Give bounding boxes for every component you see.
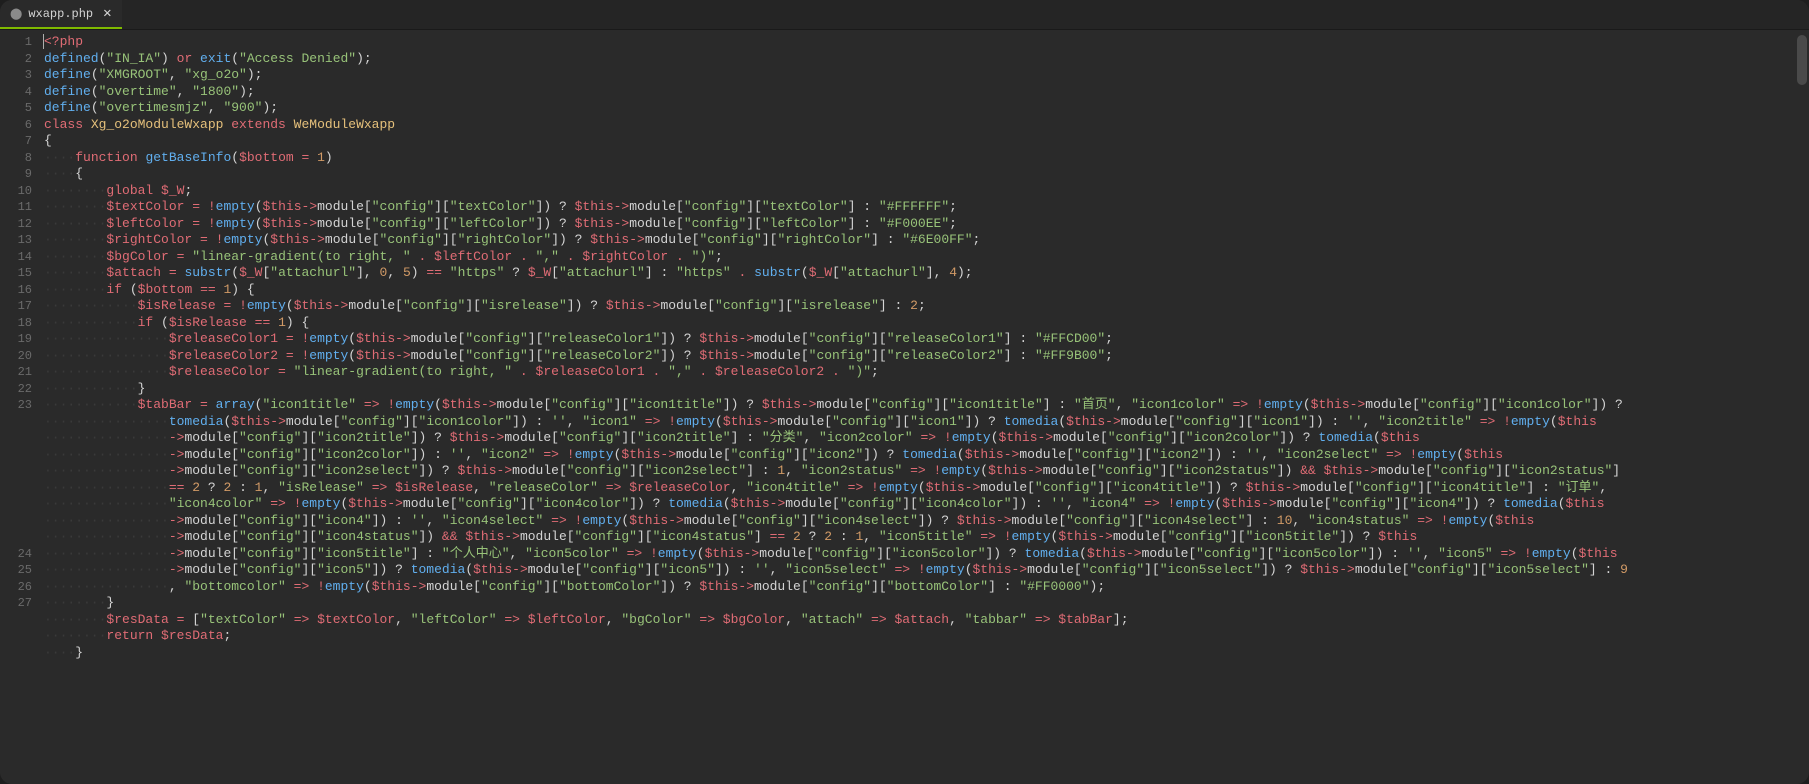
file-tab[interactable]: ⬤ wxapp.php ✕ — [0, 0, 122, 29]
code-line: defined("IN_IA") or exit("Access Denied"… — [40, 51, 1809, 68]
code-line: ····} — [40, 645, 1809, 662]
code-line: ················->module["config"]["icon… — [40, 447, 1809, 464]
line-number: 2 — [4, 51, 32, 68]
code-line: ········$rightColor = !empty($this->modu… — [40, 232, 1809, 249]
code-line: ················$releaseColor1 = !empty(… — [40, 331, 1809, 348]
line-number — [4, 529, 32, 546]
line-number: 23 — [4, 397, 32, 414]
line-number — [4, 430, 32, 447]
editor-container: ⬤ wxapp.php ✕ 1 2 3 4 5 6 7 8 9 10 11 12… — [0, 0, 1809, 784]
code-line: ················->module["config"]["icon… — [40, 513, 1809, 530]
code-line: <?php — [40, 34, 1809, 51]
code-line: define("overtime", "1800"); — [40, 84, 1809, 101]
code-line: ················->module["config"]["icon… — [40, 430, 1809, 447]
code-line: ········} — [40, 595, 1809, 612]
code-line: ········if ($bottom == 1) { — [40, 282, 1809, 299]
code-line: ················"icon4color" => !empty($… — [40, 496, 1809, 513]
line-number: 18 — [4, 315, 32, 332]
line-number — [4, 447, 32, 464]
line-number — [4, 496, 32, 513]
line-number — [4, 414, 32, 431]
code-line: ········$attach = substr($_W["attachurl"… — [40, 265, 1809, 282]
code-line: class Xg_o2oModuleWxapp extends WeModule… — [40, 117, 1809, 134]
line-number: 27 — [4, 595, 32, 612]
line-number: 4 — [4, 84, 32, 101]
php-file-icon: ⬤ — [10, 7, 22, 21]
line-number: 8 — [4, 150, 32, 167]
code-line: ············} — [40, 381, 1809, 398]
line-number: 1 — [4, 34, 32, 51]
code-line: ········$leftColor = !empty($this->modul… — [40, 216, 1809, 233]
code-line: ················$releaseColor = "linear-… — [40, 364, 1809, 381]
code-line: ········$resData = ["textColor" => $text… — [40, 612, 1809, 629]
line-number: 19 — [4, 331, 32, 348]
code-line: ············if ($isRelease == 1) { — [40, 315, 1809, 332]
tab-bar: ⬤ wxapp.php ✕ — [0, 0, 1809, 30]
code-line: ········$textColor = !empty($this->modul… — [40, 199, 1809, 216]
code-line: ················, "bottomcolor" => !empt… — [40, 579, 1809, 596]
line-number: 24 — [4, 546, 32, 563]
line-number: 22 — [4, 381, 32, 398]
code-line: ················tomedia($this->module["c… — [40, 414, 1809, 431]
code-line: ········global $_W; — [40, 183, 1809, 200]
code-line: ········$bgColor = "linear-gradient(to r… — [40, 249, 1809, 266]
code-line: ············$tabBar = array("icon1title"… — [40, 397, 1809, 414]
editor-body: 1 2 3 4 5 6 7 8 9 10 11 12 13 14 15 16 1… — [0, 30, 1809, 784]
line-number: 25 — [4, 562, 32, 579]
line-number: 9 — [4, 166, 32, 183]
line-number: 6 — [4, 117, 32, 134]
tab-filename: wxapp.php — [28, 7, 93, 21]
tab-close-icon[interactable]: ✕ — [103, 5, 111, 22]
line-number: 12 — [4, 216, 32, 233]
line-number: 20 — [4, 348, 32, 365]
code-line: ················$releaseColor2 = !empty(… — [40, 348, 1809, 365]
code-line: ················== 2 ? 2 : 1, "isRelease… — [40, 480, 1809, 497]
line-number — [4, 463, 32, 480]
line-number: 10 — [4, 183, 32, 200]
code-line: ················->module["config"]["icon… — [40, 546, 1809, 563]
code-line: define("XMGROOT", "xg_o2o"); — [40, 67, 1809, 84]
line-number: 15 — [4, 265, 32, 282]
line-number: 3 — [4, 67, 32, 84]
code-line: ············$isRelease = !empty($this->m… — [40, 298, 1809, 315]
line-number — [4, 513, 32, 530]
line-number: 13 — [4, 232, 32, 249]
code-line: ····function getBaseInfo($bottom = 1) — [40, 150, 1809, 167]
line-number: 5 — [4, 100, 32, 117]
line-number: 7 — [4, 133, 32, 150]
line-number: 26 — [4, 579, 32, 596]
vertical-scrollbar[interactable] — [1797, 35, 1807, 85]
line-number — [4, 480, 32, 497]
code-line: define("overtimesmjz", "900"); — [40, 100, 1809, 117]
line-gutter: 1 2 3 4 5 6 7 8 9 10 11 12 13 14 15 16 1… — [0, 30, 40, 784]
line-number: 17 — [4, 298, 32, 315]
line-number: 21 — [4, 364, 32, 381]
code-line: ················->module["config"]["icon… — [40, 463, 1809, 480]
line-number: 14 — [4, 249, 32, 266]
code-line: ········return $resData; — [40, 628, 1809, 645]
code-line: ················->module["config"]["icon… — [40, 529, 1809, 546]
code-line: { — [40, 133, 1809, 150]
line-number: 11 — [4, 199, 32, 216]
code-line: ················->module["config"]["icon… — [40, 562, 1809, 579]
line-number: 16 — [4, 282, 32, 299]
code-area[interactable]: <?php defined("IN_IA") or exit("Access D… — [40, 30, 1809, 784]
code-line: ····{ — [40, 166, 1809, 183]
